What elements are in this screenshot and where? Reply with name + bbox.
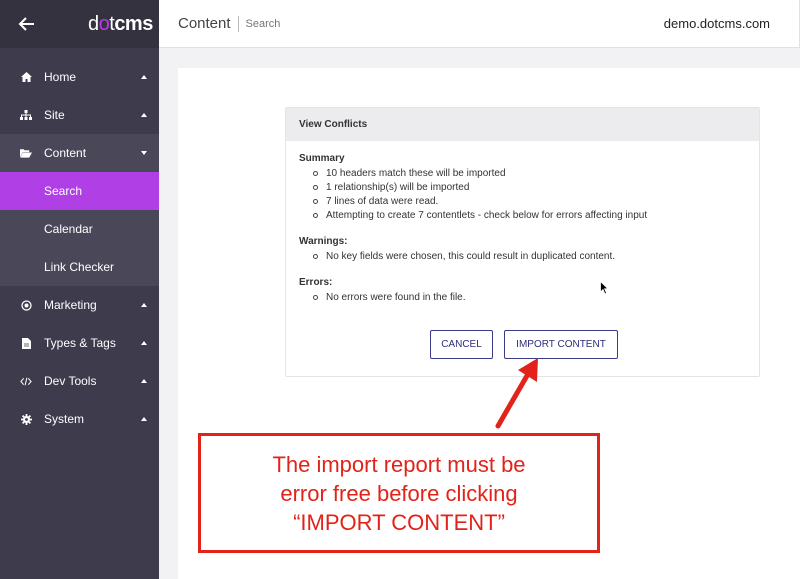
- sidebar-item-label: System: [44, 412, 85, 426]
- caret-down-icon: [141, 151, 147, 155]
- gear-icon: [20, 413, 32, 425]
- list-item-text: 1 relationship(s) will be imported: [326, 181, 470, 193]
- sidebar-item-label: Content: [44, 146, 87, 160]
- sidebar: dotcms Home Site Content Search Calendar…: [0, 0, 159, 579]
- annotation-text: The import report must be error free bef…: [272, 450, 525, 537]
- sitemap-icon: [20, 109, 32, 121]
- sidebar-item-label: Types & Tags: [44, 336, 116, 350]
- sidebar-item-label: Dev Tools: [44, 374, 97, 388]
- list-item: 1 relationship(s) will be imported: [299, 180, 746, 194]
- home-icon: [20, 71, 32, 83]
- summary-title: Summary: [299, 153, 345, 164]
- sidebar-subitem-search[interactable]: Search: [0, 172, 159, 210]
- list-item-text: 7 lines of data were read.: [326, 195, 439, 207]
- list-item: No errors were found in the file.: [299, 290, 746, 304]
- file-icon: [20, 337, 32, 349]
- view-conflicts-panel: View Conflicts Summary 10 headers match …: [285, 107, 760, 377]
- bullet-icon: [313, 184, 318, 190]
- list-item-text: 10 headers match these will be imported: [326, 167, 506, 179]
- caret-up-icon: [141, 113, 147, 117]
- errors-title: Errors:: [299, 277, 333, 288]
- sidebar-item-label: Site: [44, 108, 65, 122]
- warnings-title: Warnings:: [299, 236, 348, 247]
- caret-up-icon: [141, 341, 147, 345]
- list-item: No key fields were chosen, this could re…: [299, 249, 746, 263]
- back-arrow-icon[interactable]: [18, 16, 36, 32]
- site-selector[interactable]: demo.dotcms.com: [664, 16, 770, 31]
- dotcms-logo[interactable]: dotcms: [88, 13, 153, 36]
- breadcrumb[interactable]: Search: [246, 18, 281, 30]
- bullet-icon: [313, 198, 318, 204]
- sidebar-header: dotcms: [0, 0, 159, 48]
- breadcrumb-separator: [237, 15, 239, 32]
- top-header: Content Search demo.dotcms.com: [159, 0, 800, 48]
- sidebar-item-home[interactable]: Home: [0, 58, 159, 96]
- sidebar-item-label: Marketing: [44, 298, 97, 312]
- folder-open-icon: [20, 147, 32, 159]
- summary-section: Summary 10 headers match these will be i…: [299, 153, 746, 222]
- bullet-icon: [313, 294, 318, 300]
- sidebar-item-content[interactable]: Content: [0, 134, 159, 172]
- sidebar-item-label: Home: [44, 70, 77, 84]
- list-item: 10 headers match these will be imported: [299, 166, 746, 180]
- sidebar-item-dev-tools[interactable]: Dev Tools: [0, 362, 159, 400]
- panel-body: Summary 10 headers match these will be i…: [286, 141, 759, 330]
- annotation-line: “IMPORT CONTENT”: [293, 509, 505, 535]
- sidebar-subitem-label: Search: [44, 184, 83, 198]
- annotation-line: error free before clicking: [280, 480, 518, 506]
- list-item-text: No key fields were chosen, this could re…: [326, 250, 616, 262]
- annotation-line: The import report must be: [272, 451, 526, 477]
- caret-up-icon: [141, 303, 147, 307]
- sidebar-item-system[interactable]: System: [0, 400, 159, 438]
- caret-up-icon: [141, 379, 147, 383]
- import-content-button[interactable]: IMPORT CONTENT: [504, 330, 618, 359]
- annotation-box: The import report must be error free bef…: [198, 433, 600, 553]
- warnings-section: Warnings: No key fields were chosen, thi…: [299, 236, 746, 263]
- list-item-text: No errors were found in the file.: [326, 291, 466, 303]
- sidebar-subitem-label: Link Checker: [44, 260, 115, 274]
- sidebar-item-site[interactable]: Site: [0, 96, 159, 134]
- bullet-icon: [313, 212, 318, 218]
- cancel-button[interactable]: CANCEL: [430, 330, 493, 359]
- panel-actions: CANCEL IMPORT CONTENT: [430, 330, 618, 359]
- bullseye-icon: [20, 299, 32, 311]
- sidebar-subitem-label: Calendar: [44, 222, 93, 236]
- page-title: Content: [178, 15, 231, 32]
- caret-up-icon: [141, 75, 147, 79]
- list-item: 7 lines of data were read.: [299, 194, 746, 208]
- caret-up-icon: [141, 417, 147, 421]
- list-item-text: Attempting to create 7 contentlets - che…: [326, 209, 648, 221]
- sidebar-subitem-calendar[interactable]: Calendar: [0, 210, 159, 248]
- errors-section: Errors: No errors were found in the file…: [299, 277, 746, 304]
- red-arrow-icon: [495, 358, 538, 429]
- list-item: Attempting to create 7 contentlets - che…: [299, 208, 746, 222]
- bullet-icon: [313, 170, 318, 176]
- code-icon: [20, 375, 32, 387]
- panel-title: View Conflicts: [286, 108, 759, 141]
- mouse-cursor-icon: [600, 281, 609, 295]
- sidebar-item-marketing[interactable]: Marketing: [0, 286, 159, 324]
- bullet-icon: [313, 253, 318, 259]
- sidebar-subitem-link-checker[interactable]: Link Checker: [0, 248, 159, 286]
- sidebar-item-types-tags[interactable]: Types & Tags: [0, 324, 159, 362]
